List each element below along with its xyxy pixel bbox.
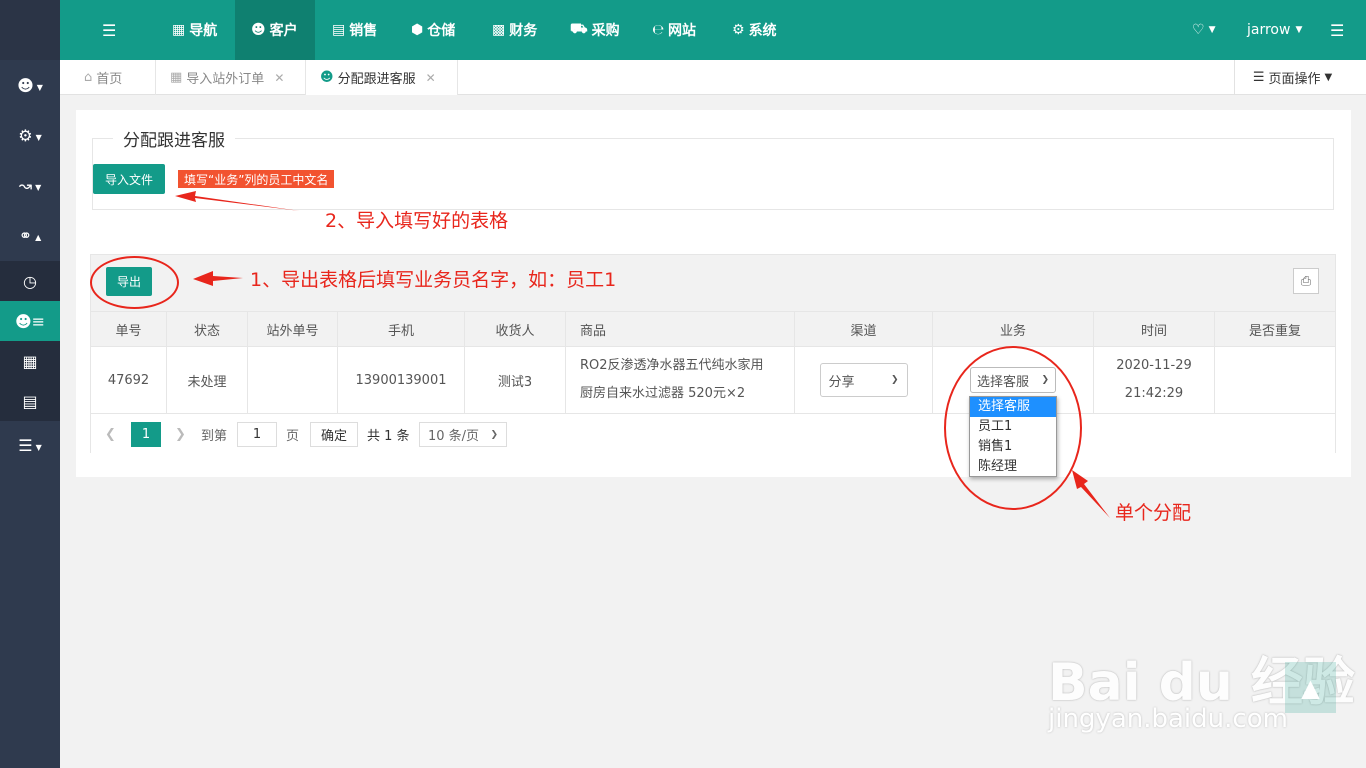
back-to-top-button[interactable]: ▲ xyxy=(1285,662,1336,713)
arrow-up-icon: ▲ xyxy=(1301,673,1320,702)
arrow-step2 xyxy=(175,191,300,211)
annotation-single: 单个分配 xyxy=(1115,502,1192,524)
annotation-step2: 2、导入填写好的表格 xyxy=(325,210,509,232)
watermark-url: jingyan.baidu.com xyxy=(1048,704,1288,734)
export-highlight-circle xyxy=(90,256,179,309)
arrow-single xyxy=(1072,470,1110,518)
arrow-step1 xyxy=(193,271,243,286)
dropdown-highlight-circle xyxy=(944,346,1082,510)
annotation-step1: 1、导出表格后填写业务员名字，如：员工1 xyxy=(250,269,617,291)
